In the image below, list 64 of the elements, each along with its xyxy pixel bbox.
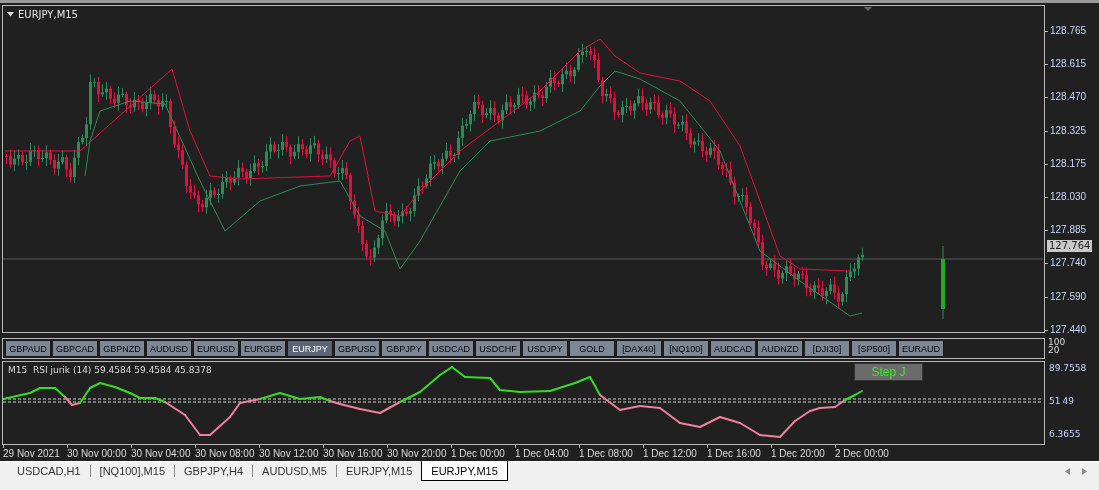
- chart-tab[interactable]: AUDUSD,M5: [253, 462, 336, 480]
- symbol-button[interactable]: [DJI30]: [804, 340, 851, 357]
- time-label: 2 Dec 00:00: [835, 448, 890, 459]
- time-label: 30 Nov 20:00: [387, 448, 448, 459]
- shift-marker-icon: [864, 7, 872, 11]
- step-button[interactable]: Step J: [854, 363, 923, 381]
- scale-label: 6.3655: [1049, 429, 1082, 439]
- chart-tab[interactable]: EURJPY,M15: [421, 461, 508, 481]
- symbol-button[interactable]: EURAUD: [898, 340, 945, 357]
- time-label: 30 Nov 00:00: [67, 448, 128, 459]
- scale-label: 100: [1048, 338, 1066, 346]
- time-label: 1 Dec 04:00: [515, 448, 570, 459]
- level-label: 51: [1049, 396, 1061, 406]
- symbol-button[interactable]: EURUSD: [193, 340, 240, 357]
- symbol-button[interactable]: GBPAUD: [5, 340, 51, 357]
- chart-tab[interactable]: GBPJPY,H4: [175, 462, 253, 480]
- price-tick-label: 128.030: [1050, 190, 1087, 203]
- time-label: 1 Dec 20:00: [771, 448, 826, 459]
- level-label: 49: [1062, 396, 1074, 406]
- symbol-button[interactable]: GBPNZD: [99, 340, 145, 357]
- price-tick-label: 127.740: [1050, 257, 1087, 270]
- price-tick-label: 127.885: [1050, 224, 1087, 237]
- symbol-button[interactable]: AUDNZD: [757, 340, 804, 357]
- chart-tab[interactable]: [NQ100],M15: [90, 462, 174, 480]
- price-tick-label: 128.175: [1050, 157, 1087, 170]
- time-label: 1 Dec 12:00: [643, 448, 698, 459]
- symbol-button[interactable]: USDCAD: [428, 340, 475, 357]
- price-tick-label: 128.765: [1050, 25, 1087, 37]
- price-tick-label: 127.440: [1050, 323, 1087, 336]
- time-label: 30 Nov 16:00: [323, 448, 384, 459]
- symbol-button[interactable]: USDCHF: [475, 340, 522, 357]
- symbol-button[interactable]: [DAX40]: [616, 340, 663, 357]
- symbol-button[interactable]: USDJPY: [522, 340, 569, 357]
- chart-tab[interactable]: USDCAD,H1: [8, 462, 90, 480]
- scale-label: 89.7558: [1049, 363, 1087, 373]
- time-label: 1 Dec 16:00: [707, 448, 762, 459]
- time-label: 1 Dec 08:00: [579, 448, 634, 459]
- time-label: 29 Nov 2021: [3, 448, 61, 459]
- scale-label: 20: [1048, 346, 1060, 354]
- time-label: 30 Nov 12:00: [259, 448, 320, 459]
- time-label: 30 Nov 08:00: [195, 448, 256, 459]
- price-tick-label: 128.470: [1050, 91, 1087, 104]
- time-label: 1 Dec 00:00: [451, 448, 506, 459]
- price-tick-label: 128.325: [1050, 124, 1087, 137]
- current-price-label: 127.764: [1047, 240, 1093, 252]
- scroll-right-icon[interactable]: [1082, 468, 1087, 475]
- symbol-button[interactable]: EURJPY: [287, 340, 334, 357]
- indicator-title: M15 RSI jurik (14) 59.4584 59.4584 45.8378: [8, 365, 212, 375]
- symbol-button[interactable]: AUDCAD: [710, 340, 757, 357]
- dropdown-icon[interactable]: [7, 12, 14, 17]
- symbol-button[interactable]: GBPCAD: [52, 340, 98, 357]
- price-tick-label: 128.615: [1050, 58, 1087, 71]
- symbol-button[interactable]: AUDUSD: [146, 340, 193, 357]
- symbol-button[interactable]: GOLD: [569, 340, 616, 357]
- chart-title: EURJPY,M15: [18, 9, 78, 20]
- scroll-left-icon[interactable]: [1065, 468, 1070, 475]
- symbol-button[interactable]: GBPJPY: [381, 340, 428, 357]
- symbol-button[interactable]: [NQ100]: [663, 340, 710, 357]
- symbol-button[interactable]: EURGBP: [240, 340, 287, 357]
- time-label: 30 Nov 04:00: [131, 448, 192, 459]
- symbol-button[interactable]: GBPUSD: [334, 340, 381, 357]
- price-tick-label: 127.590: [1050, 290, 1087, 303]
- chart-tab[interactable]: EURJPY,M15: [336, 462, 422, 480]
- symbol-button[interactable]: [SP500]: [851, 340, 898, 357]
